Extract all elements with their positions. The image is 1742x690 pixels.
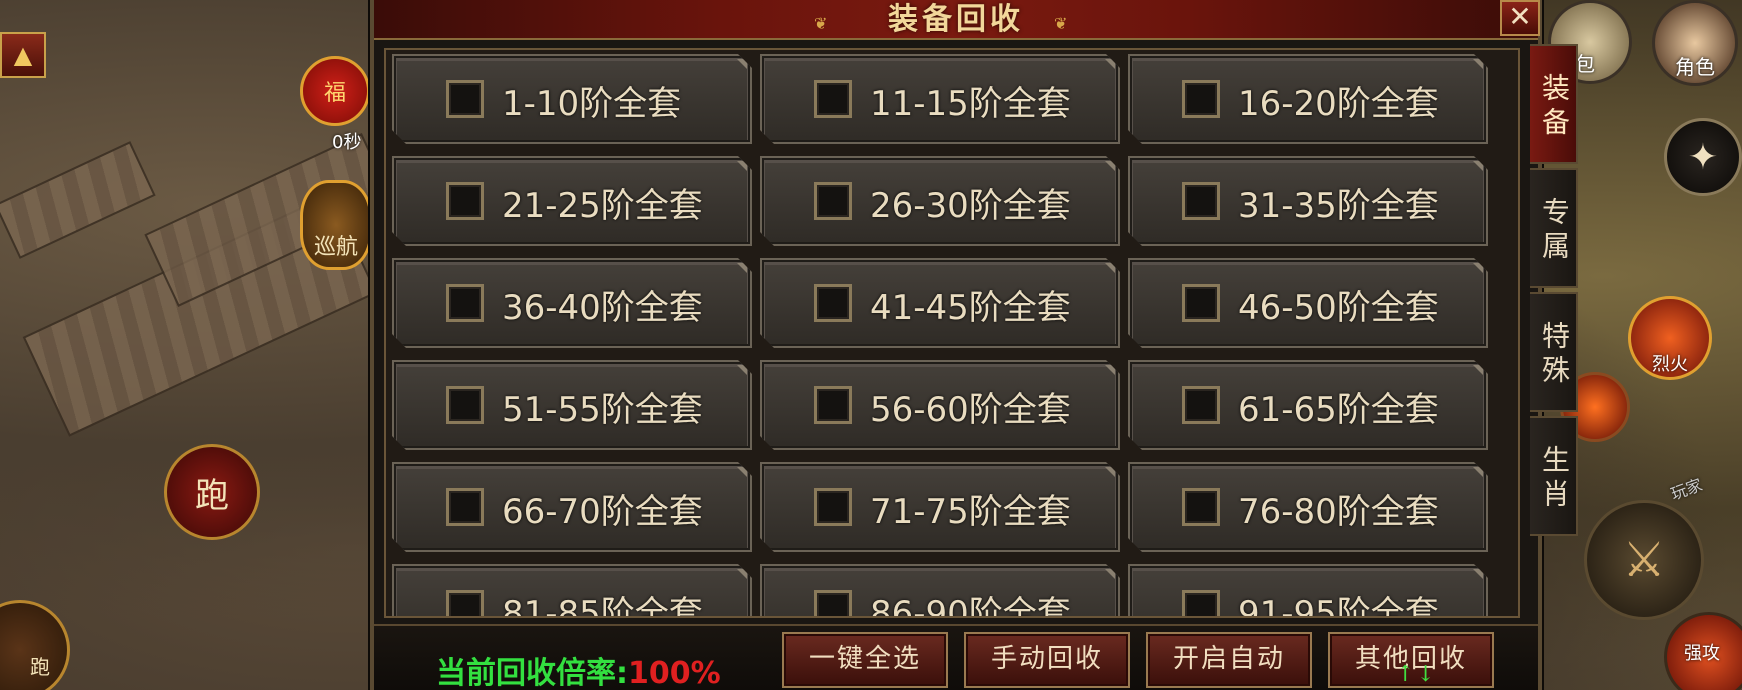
run-toggle-button[interactable]: 跑 (164, 444, 260, 540)
recycle-item-label: 11-15阶全套 (870, 84, 1071, 124)
recycle-item-checkbox[interactable] (1182, 488, 1220, 526)
select-all-button[interactable]: 一键全选 (782, 632, 948, 688)
recycle-item-label: 1-10阶全套 (502, 84, 682, 124)
recycle-item-cell[interactable]: 81-85阶全套 (392, 564, 752, 618)
recycle-item-cell[interactable]: 1-10阶全套 (392, 54, 752, 144)
recycle-item-checkbox[interactable] (446, 80, 484, 118)
recycle-item-label: 46-50阶全套 (1238, 288, 1439, 328)
recycle-item-label: 36-40阶全套 (502, 288, 703, 328)
tab-exclusive[interactable]: 专属 (1530, 168, 1578, 288)
recycle-item-label: 21-25阶全套 (502, 186, 703, 226)
recycle-item-cell[interactable]: 21-25阶全套 (392, 156, 752, 246)
recycle-item-checkbox[interactable] (446, 590, 484, 618)
recycle-item-label: 31-35阶全套 (1238, 186, 1439, 226)
title-ornament-right: ❦ (1054, 14, 1068, 33)
recycle-item-cell[interactable]: 16-20阶全套 (1128, 54, 1488, 144)
recycle-item-label: 86-90阶全套 (870, 594, 1071, 618)
compass-icon[interactable]: ✦ (1664, 118, 1742, 196)
recycle-item-cell[interactable]: 46-50阶全套 (1128, 258, 1488, 348)
collapse-arrow-button[interactable]: ▲ (0, 32, 46, 78)
recycle-item-checkbox[interactable] (814, 80, 852, 118)
auto-recycle-button[interactable]: 开启自动 (1146, 632, 1312, 688)
recycle-item-cell[interactable]: 36-40阶全套 (392, 258, 752, 348)
recycle-item-grid: 1-10阶全套 11-15阶全套 16-20阶全套 21-25阶全套 26-30阶全套 3… (384, 48, 1520, 618)
manual-recycle-button[interactable]: 手动回收 (964, 632, 1130, 688)
close-button[interactable]: ✕ (1500, 0, 1540, 36)
recycle-item-checkbox[interactable] (1182, 80, 1220, 118)
wooden-walkway (0, 141, 156, 259)
recycle-item-cell[interactable]: 61-65阶全套 (1128, 360, 1488, 450)
recycle-item-checkbox[interactable] (446, 386, 484, 424)
recycle-item-cell[interactable]: 91-95阶全套 (1128, 564, 1488, 618)
tab-zodiac[interactable]: 生肖 (1530, 416, 1578, 536)
recycle-item-cell[interactable]: 76-80阶全套 (1128, 462, 1488, 552)
recycle-item-checkbox[interactable] (446, 488, 484, 526)
sword-attack-button[interactable]: ⚔ (1584, 500, 1704, 620)
recycle-rate-value: 100% (628, 656, 721, 690)
recycle-item-label: 51-55阶全套 (502, 390, 703, 430)
recycle-item-cell[interactable]: 41-45阶全套 (760, 258, 1120, 348)
recycle-item-checkbox[interactable] (814, 182, 852, 220)
recycle-item-label: 26-30阶全套 (870, 186, 1071, 226)
recycle-item-label: 41-45阶全套 (870, 288, 1071, 328)
recycle-item-cell[interactable]: 86-90阶全套 (760, 564, 1120, 618)
recycle-item-label: 91-95阶全套 (1238, 594, 1439, 618)
patrol-button[interactable]: 巡航 (300, 180, 372, 270)
up-arrow-icon: ▲ (13, 41, 33, 69)
dialog-title-bar: ❦ 装备回收 ❦ ✕ (374, 0, 1540, 40)
timer-label: 0秒 (332, 132, 362, 153)
recycle-item-cell[interactable]: 31-35阶全套 (1128, 156, 1488, 246)
recycle-item-checkbox[interactable] (1182, 590, 1220, 618)
recycle-item-label: 81-85阶全套 (502, 594, 703, 618)
equipment-recycle-dialog: ❦ 装备回收 ❦ ✕ 1-10阶全套 11-15阶全套 16-20阶全套 21-25阶… (370, 0, 1542, 690)
recycle-item-checkbox[interactable] (1182, 182, 1220, 220)
recycle-item-cell[interactable]: 66-70阶全套 (392, 462, 752, 552)
tab-special[interactable]: 特殊 (1530, 292, 1578, 412)
liehuo-skill-button[interactable]: 烈火 (1628, 296, 1712, 380)
recycle-item-checkbox[interactable] (1182, 284, 1220, 322)
recycle-item-label: 66-70阶全套 (502, 492, 703, 532)
swap-arrows-icon: ↑↓ (1396, 662, 1437, 687)
recycle-item-label: 16-20阶全套 (1238, 84, 1439, 124)
dialog-title: 装备回收 (888, 2, 1024, 37)
recycle-item-label: 61-65阶全套 (1238, 390, 1439, 430)
recycle-item-checkbox[interactable] (814, 590, 852, 618)
other-recycle-button[interactable]: 其他回收 ↑↓ (1328, 632, 1494, 688)
recycle-rate-label: 当前回收倍率: (436, 656, 628, 690)
recycle-item-label: 56-60阶全套 (870, 390, 1071, 430)
tab-equipment[interactable]: 装备 (1530, 44, 1578, 164)
recycle-item-cell[interactable]: 11-15阶全套 (760, 54, 1120, 144)
recycle-item-checkbox[interactable] (814, 386, 852, 424)
recycle-item-cell[interactable]: 51-55阶全套 (392, 360, 752, 450)
recycle-item-checkbox[interactable] (814, 488, 852, 526)
recycle-item-checkbox[interactable] (446, 182, 484, 220)
recycle-item-cell[interactable]: 71-75阶全套 (760, 462, 1120, 552)
recycle-item-checkbox[interactable] (1182, 386, 1220, 424)
red-envelope-icon[interactable]: 福 (300, 56, 370, 126)
character-button[interactable]: 角色 (1652, 0, 1738, 86)
recycle-item-checkbox[interactable] (446, 284, 484, 322)
recycle-item-label: 76-80阶全套 (1238, 492, 1439, 532)
recycle-item-label: 71-75阶全套 (870, 492, 1071, 532)
recycle-rate: 当前回收倍率:100% (436, 648, 721, 690)
recycle-item-checkbox[interactable] (814, 284, 852, 322)
recycle-item-cell[interactable]: 56-60阶全套 (760, 360, 1120, 450)
close-icon: ✕ (1508, 0, 1532, 33)
recycle-item-cell[interactable]: 26-30阶全套 (760, 156, 1120, 246)
